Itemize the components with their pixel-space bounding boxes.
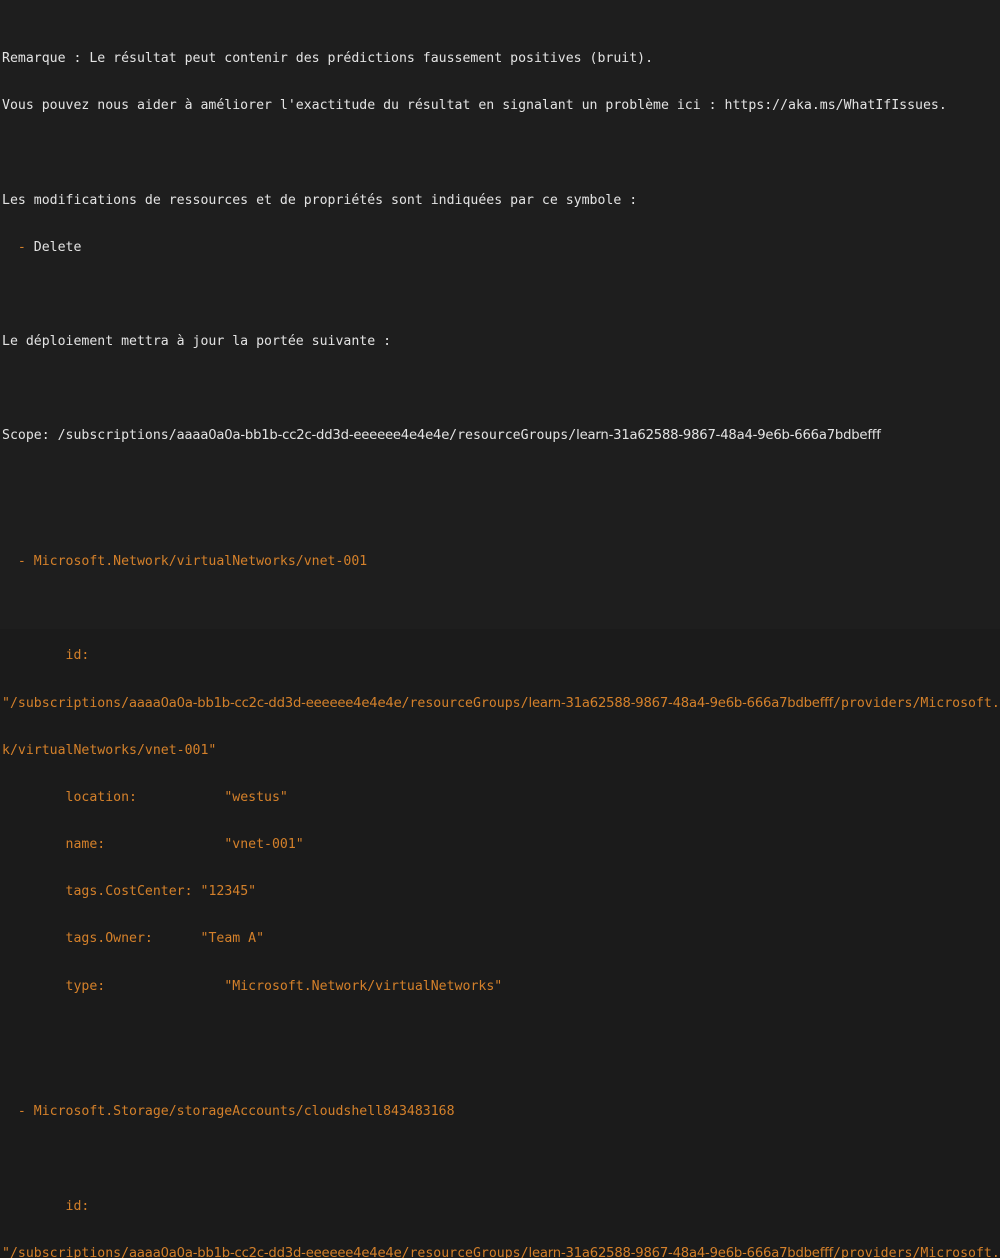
- property-key: tags.Owner:: [2, 931, 153, 947]
- property-value: "12345": [200, 884, 257, 900]
- resource-id-label: id:: [2, 1198, 90, 1214]
- property-pad: [137, 790, 224, 805]
- resource-header: - Microsoft.Storage/storageAccounts/clou…: [2, 1104, 455, 1120]
- id-middle: /resourceGroups/: [401, 695, 529, 711]
- legend-intro: Les modifications de ressources et de pr…: [2, 192, 638, 208]
- scope-subscription-id: aaaa0a0a-bb1b-cc2c-dd3d-eeeeee4e4e4e: [176, 428, 450, 444]
- property-row: type: "Microsoft.Network/virtualNetworks…: [2, 979, 1000, 995]
- scope-intro: Le déploiement mettra à jour la portée s…: [2, 334, 392, 350]
- legend-delete-label: Delete: [33, 239, 82, 255]
- property-row: name: "vnet-001": [2, 837, 1000, 853]
- id-middle: /resourceGroups/: [401, 1245, 529, 1258]
- legend-delete-row: - Delete: [2, 240, 1000, 256]
- id-suffix: /providers/Microsoft.Storag: [833, 1245, 1000, 1258]
- property-key: tags.CostCenter:: [2, 884, 193, 900]
- property-key: type:: [2, 978, 106, 994]
- notice-line-2: Vous pouvez nous aider à améliorer l'exa…: [2, 98, 947, 114]
- property-key: name:: [2, 837, 106, 853]
- resource-id-value-wrap: k/virtualNetworks/vnet-001": [2, 742, 217, 758]
- scope-resource-group: learn-31a62588-9867-48a4-9e6b-666a7bdbef…: [576, 428, 881, 444]
- id-prefix: "/subscriptions/: [2, 1245, 130, 1258]
- id-subscription-guid: aaaa0a0a-bb1b-cc2c-dd3d-eeeeee4e4e4e: [129, 695, 402, 711]
- property-value: "vnet-001": [224, 837, 304, 853]
- scope-prefix: /subscriptions/: [57, 428, 177, 444]
- property-pad: [193, 884, 201, 899]
- resource-id-value: "/subscriptions/aaaa0a0a-bb1b-cc2c-dd3d-…: [2, 1246, 1000, 1258]
- id-prefix: "/subscriptions/: [2, 695, 130, 711]
- delete-symbol-icon: -: [17, 239, 26, 255]
- property-row: tags.Owner: "Team A": [2, 931, 1000, 947]
- property-value: "Microsoft.Network/virtualNetworks": [224, 978, 503, 994]
- resource-id-label: id:: [2, 648, 90, 664]
- id-subscription-guid: aaaa0a0a-bb1b-cc2c-dd3d-eeeeee4e4e4e: [129, 1245, 402, 1258]
- property-pad: [105, 979, 224, 994]
- property-value: "Team A": [200, 931, 265, 947]
- property-key: location:: [2, 789, 137, 805]
- id-resource-group: learn-31a62588-9867-48a4-9e6b-666a7bdbef…: [528, 1245, 834, 1258]
- id-resource-group: learn-31a62588-9867-48a4-9e6b-666a7bdbef…: [528, 695, 834, 711]
- property-row: location: "westus": [2, 790, 1000, 806]
- scope-line: Scope: /subscriptions/aaaa0a0a-bb1b-cc2c…: [2, 428, 1000, 444]
- scope-label: Scope:: [2, 428, 58, 444]
- scope-middle: /resourceGroups/: [449, 428, 577, 444]
- property-value: "westus": [224, 789, 288, 805]
- property-row: tags.CostCenter: "12345": [2, 884, 1000, 900]
- property-pad: [105, 837, 224, 852]
- property-pad: [153, 931, 201, 946]
- resource-id-value: "/subscriptions/aaaa0a0a-bb1b-cc2c-dd3d-…: [2, 696, 1000, 712]
- terminal-window: Remarque : Le résultat peut contenir des…: [0, 0, 1000, 1258]
- resource-header: - Microsoft.Network/virtualNetworks/vnet…: [2, 554, 368, 570]
- id-suffix: /providers/Microsoft.Networ: [833, 695, 1000, 711]
- notice-line-1: Remarque : Le résultat peut contenir des…: [2, 51, 654, 67]
